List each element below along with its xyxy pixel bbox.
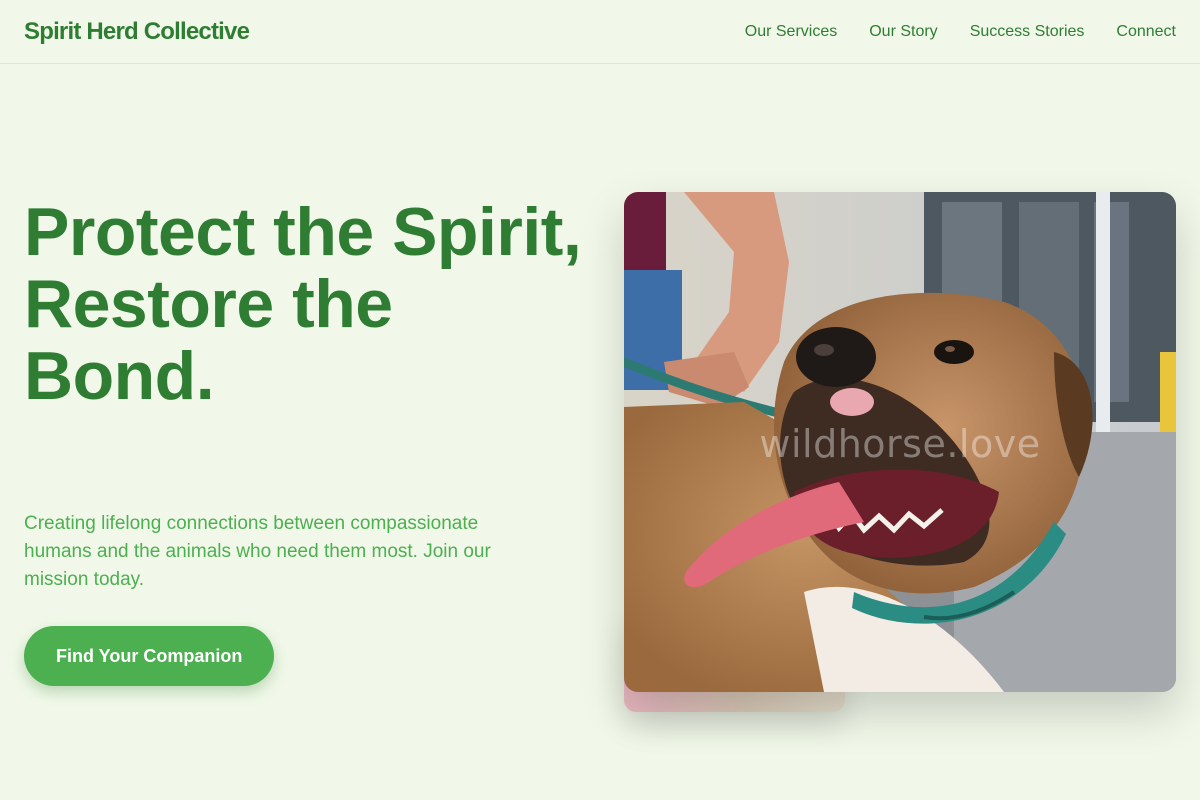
dog-photo: wildhorse.love: [624, 192, 1176, 692]
nav-link-our-story[interactable]: Our Story: [869, 20, 937, 44]
nav-link-connect[interactable]: Connect: [1116, 20, 1176, 44]
nav-link-success-stories[interactable]: Success Stories: [970, 20, 1085, 44]
image-watermark: wildhorse.love: [759, 422, 1041, 466]
hero-title: Protect the Spirit, Restore the Bond.: [24, 194, 582, 414]
nav-links: Our Services Our Story Success Stories C…: [745, 20, 1176, 44]
top-nav: Spirit Herd Collective Our Services Our …: [0, 0, 1200, 64]
hero-subtitle: Creating lifelong connections between co…: [24, 513, 491, 590]
brand-logo[interactable]: Spirit Herd Collective: [24, 16, 250, 48]
nav-link-our-services[interactable]: Our Services: [745, 20, 837, 44]
find-companion-button[interactable]: Find Your Companion: [24, 626, 275, 686]
